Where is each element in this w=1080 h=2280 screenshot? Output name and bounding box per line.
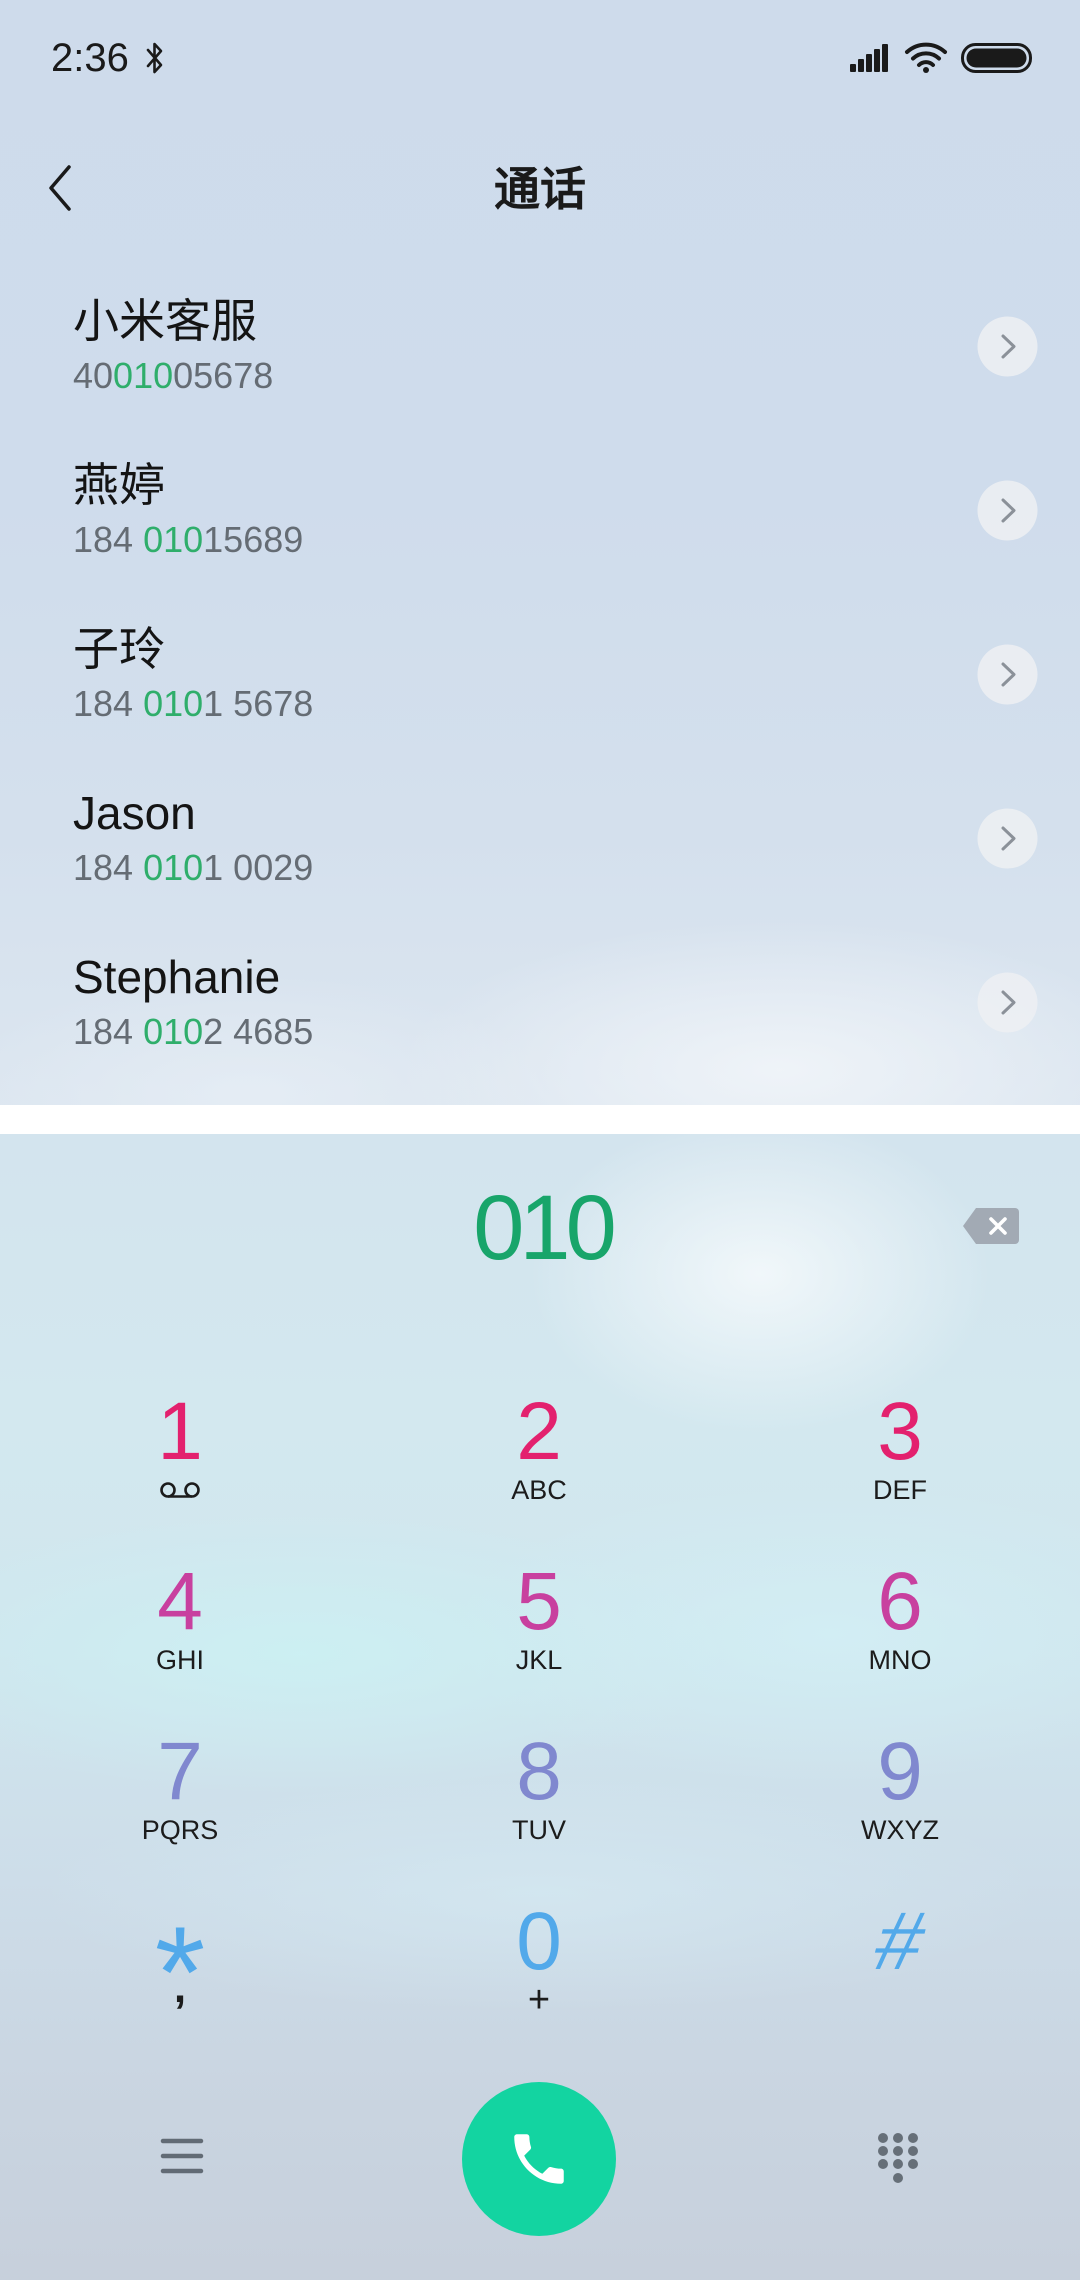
menu-icon: [160, 2138, 204, 2174]
dialer-screen: 2:36 通话 小米客服 4001005678 燕婷 184 01015689 …: [0, 0, 1080, 2280]
key-digit: 3: [877, 1386, 923, 1477]
key-1[interactable]: 1: [30, 1377, 330, 1542]
key-digit: 4: [157, 1556, 203, 1647]
number-prefix: 40: [73, 355, 114, 396]
contact-row[interactable]: Stephanie 184 0102 4685: [0, 920, 1080, 1084]
status-bar: 2:36: [0, 0, 1080, 116]
contact-number: 184 0101 5678: [73, 680, 313, 728]
number-suffix: 1 5678: [203, 683, 314, 724]
wifi-icon: [904, 41, 948, 73]
contact-row[interactable]: 子玲 184 0101 5678: [0, 592, 1080, 756]
chevron-right-icon: [977, 480, 1038, 541]
key-digit: 7: [157, 1726, 203, 1817]
number-prefix: 184: [73, 1011, 144, 1052]
key-digit: 9: [877, 1726, 923, 1817]
number-prefix: 184: [73, 519, 144, 560]
key-8[interactable]: 8 TUV: [389, 1717, 689, 1882]
key-letters: JKL: [515, 1645, 563, 1675]
key-4[interactable]: 4 GHI: [30, 1547, 330, 1712]
phone-icon: [514, 2134, 564, 2184]
dialpad-toggle-button[interactable]: [853, 2114, 943, 2204]
key-digit: 1: [157, 1386, 203, 1477]
page-title: 通话: [494, 163, 586, 215]
key-digit: 8: [516, 1726, 562, 1817]
voicemail-icon: [30, 1472, 330, 1508]
menu-button[interactable]: [137, 2111, 227, 2201]
key-hash[interactable]: #: [750, 1887, 1050, 2052]
contact-detail-button[interactable]: [977, 316, 1038, 377]
battery-icon: [961, 43, 1033, 73]
key-digit: 6: [877, 1556, 923, 1647]
contact-row[interactable]: 小米客服 4001005678: [0, 264, 1080, 428]
status-time: 2:36: [51, 36, 129, 80]
key-2[interactable]: 2 ABC: [389, 1377, 689, 1542]
chevron-right-icon: [977, 808, 1038, 869]
back-button[interactable]: [12, 140, 108, 236]
contact-number: 184 0102 4685: [73, 1008, 313, 1056]
header: 通话: [0, 130, 1080, 250]
dialed-number-field[interactable]: 010: [190, 1173, 890, 1283]
bluetooth-icon: [145, 38, 165, 78]
key-letters: PQRS: [141, 1815, 219, 1845]
key-letters: GHI: [155, 1645, 204, 1675]
chevron-right-icon: [977, 644, 1038, 705]
contact-number: 184 0101 0029: [73, 844, 313, 892]
contact-detail-button[interactable]: [977, 644, 1038, 705]
dialpad-icon: [878, 2133, 918, 2183]
key-0[interactable]: 0 +: [389, 1887, 689, 2052]
key-letters: ABC: [511, 1475, 567, 1505]
key-letters: MNO: [868, 1645, 932, 1675]
signal-icon: [850, 44, 890, 72]
chevron-right-icon: [977, 316, 1038, 377]
contact-number: 4001005678: [73, 352, 273, 400]
key-star[interactable]: * ,: [30, 1887, 330, 2052]
contact-name: Jason: [73, 787, 196, 839]
key-digit: 2: [516, 1386, 562, 1477]
contact-detail-button[interactable]: [977, 480, 1038, 541]
backspace-button[interactable]: [950, 1196, 1032, 1256]
key-7[interactable]: 7 PQRS: [30, 1717, 330, 1882]
divider: [0, 1105, 1080, 1134]
contact-row[interactable]: Jason 184 0101 0029: [0, 756, 1080, 920]
key-letters: TUV: [512, 1815, 566, 1845]
number-match: 010: [143, 1011, 204, 1052]
chevron-right-icon: [977, 972, 1038, 1033]
number-prefix: 184: [73, 847, 144, 888]
key-digit: #: [865, 1896, 935, 1987]
key-digit: 5: [516, 1556, 562, 1647]
key-letters: WXYZ: [861, 1815, 939, 1845]
number-suffix: 15689: [203, 519, 304, 560]
number-suffix: 1 0029: [203, 847, 314, 888]
key-5[interactable]: 5 JKL: [389, 1547, 689, 1712]
key-letters: ,: [173, 1963, 187, 2012]
number-match: 010: [143, 683, 204, 724]
call-button[interactable]: [462, 2082, 616, 2236]
contact-name: 小米客服: [73, 295, 257, 347]
contact-row[interactable]: 燕婷 184 01015689: [0, 428, 1080, 592]
key-letters: +: [527, 1979, 551, 2021]
key-letters: DEF: [873, 1475, 927, 1505]
chevron-left-icon: [45, 163, 75, 213]
contact-suggestion-area: 2:36 通话 小米客服 4001005678 燕婷 184 01015689 …: [0, 0, 1080, 1105]
number-match: 010: [143, 847, 204, 888]
key-3[interactable]: 3 DEF: [750, 1377, 1050, 1542]
contact-detail-button[interactable]: [977, 972, 1038, 1033]
number-match: 010: [113, 355, 174, 396]
backspace-icon: [963, 1208, 1019, 1244]
number-match: 010: [143, 519, 204, 560]
key-9[interactable]: 9 WXYZ: [750, 1717, 1050, 1882]
contact-name: 子玲: [73, 623, 165, 675]
number-suffix: 2 4685: [203, 1011, 314, 1052]
contact-name: 燕婷: [73, 459, 165, 511]
contact-number: 184 01015689: [73, 516, 303, 564]
number-suffix: 05678: [173, 355, 274, 396]
contact-detail-button[interactable]: [977, 808, 1038, 869]
number-prefix: 184: [73, 683, 144, 724]
contact-name: Stephanie: [73, 951, 281, 1003]
key-6[interactable]: 6 MNO: [750, 1547, 1050, 1712]
